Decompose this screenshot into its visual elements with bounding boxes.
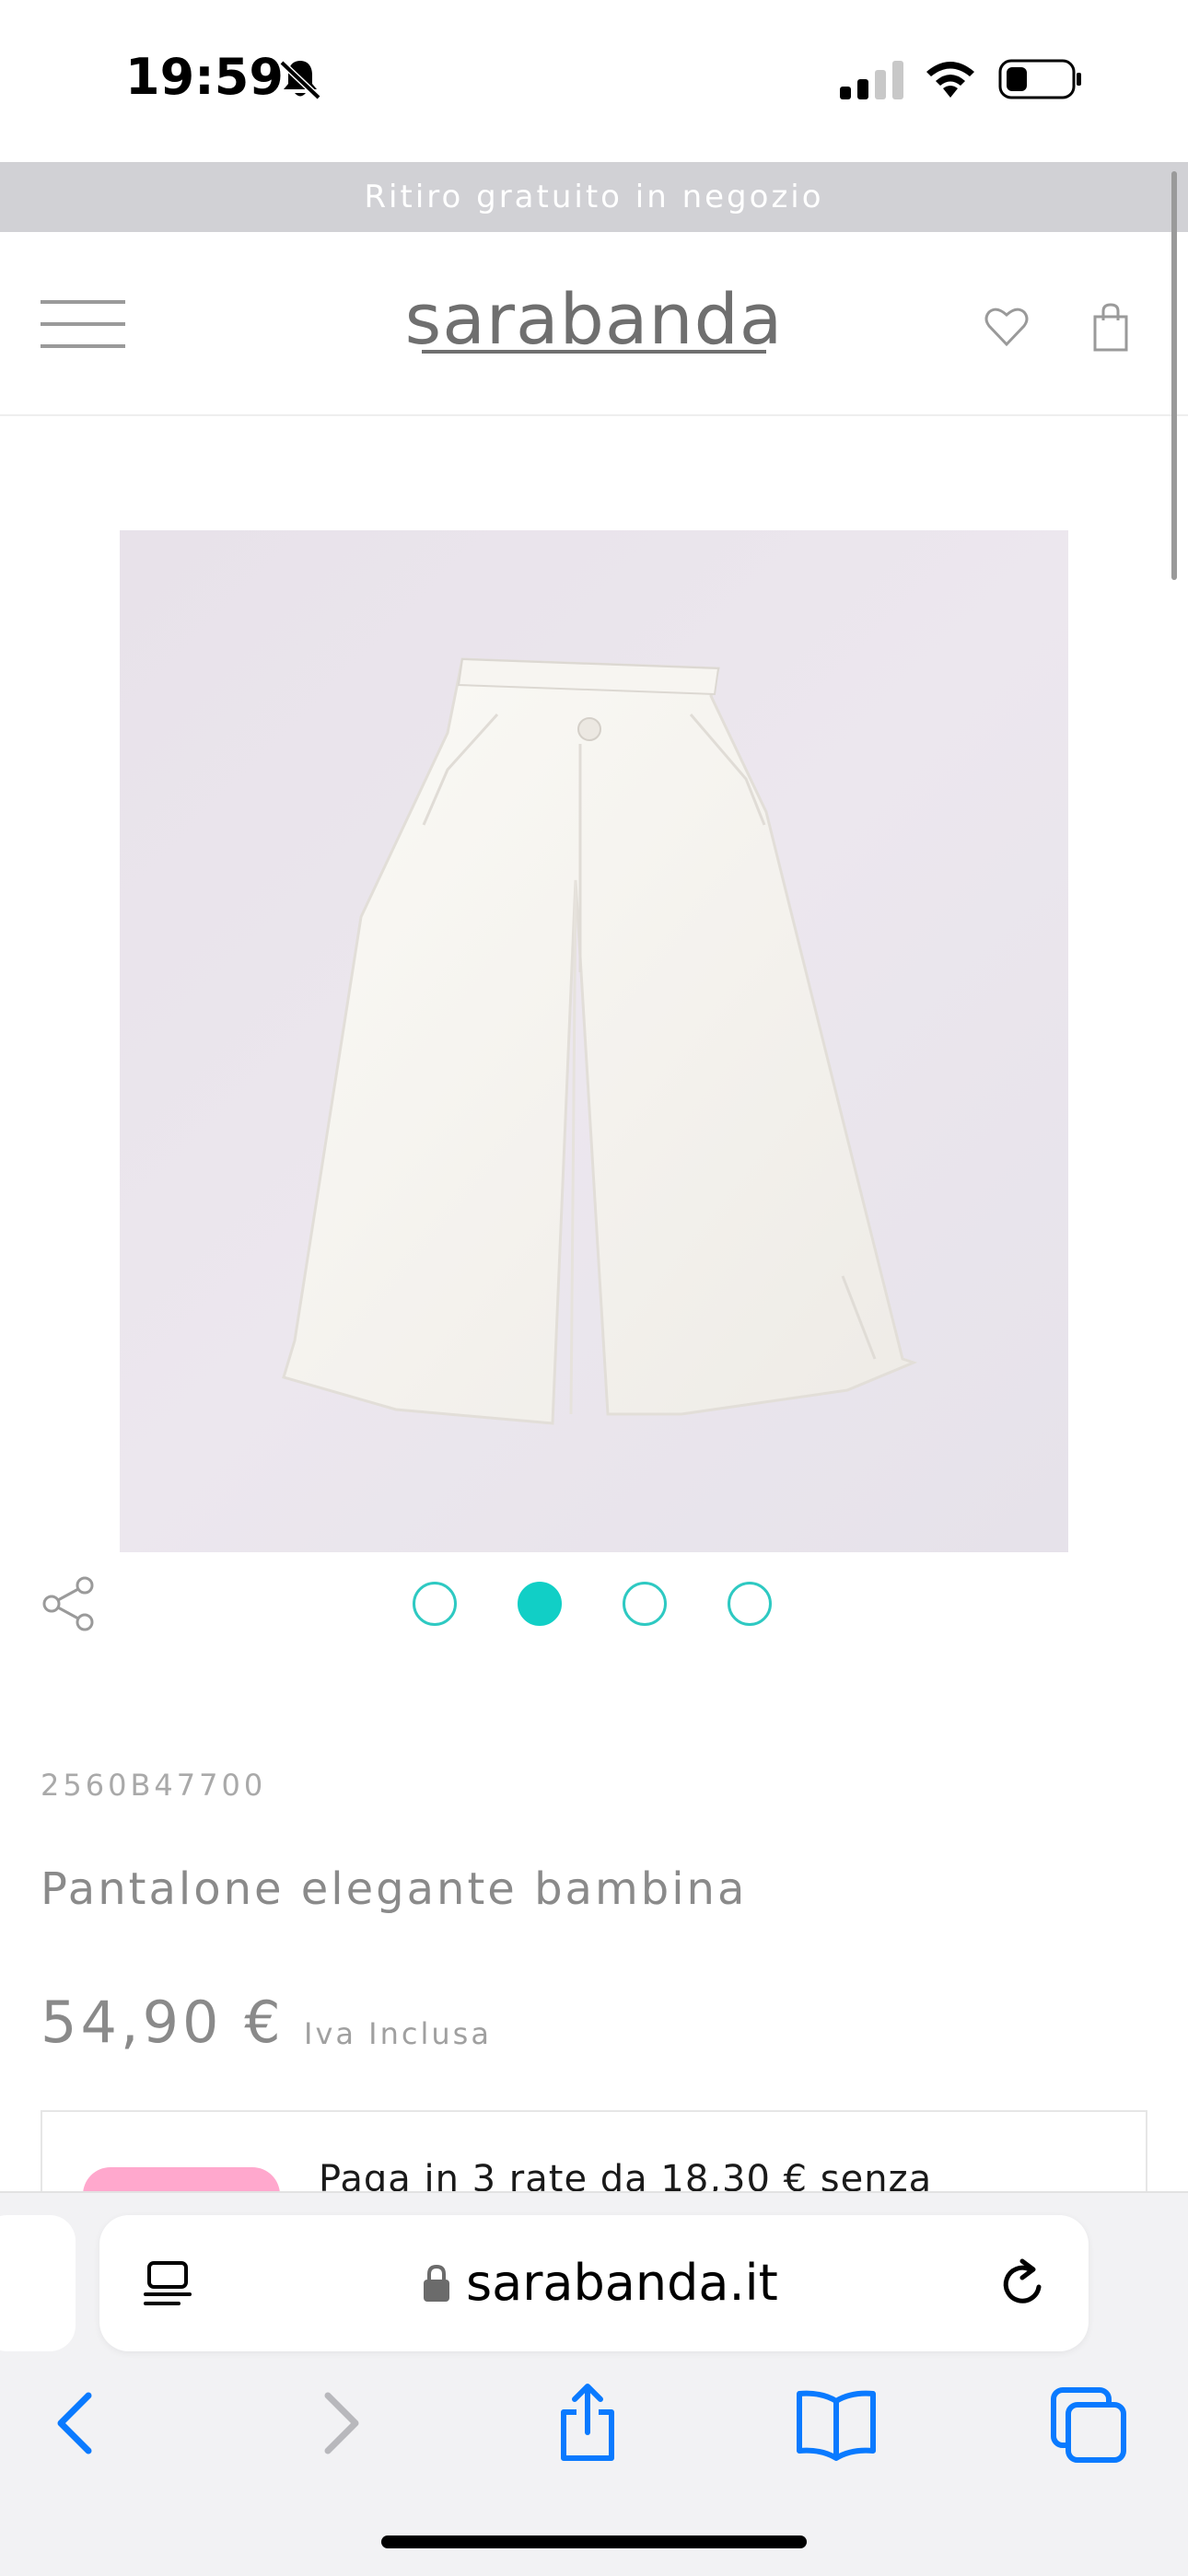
gallery-dot-4[interactable] [728, 1582, 772, 1626]
share-sheet-icon[interactable] [543, 2379, 632, 2467]
reload-icon[interactable] [995, 2256, 1052, 2313]
previous-tab-peek[interactable] [0, 2215, 76, 2351]
back-arrow-icon[interactable] [35, 2379, 123, 2467]
browser-toolbar: sarabanda.it [0, 2191, 1188, 2576]
battery-icon [998, 59, 1081, 99]
home-indicator[interactable] [381, 2535, 807, 2548]
product-sku: 2560B47700 [41, 1768, 267, 1803]
url-text[interactable]: sarabanda.it [466, 2254, 778, 2312]
silent-bell-icon [279, 60, 321, 100]
product-title: Pantalone elegante bambina [41, 1863, 748, 1915]
bookmarks-book-icon[interactable] [792, 2379, 880, 2467]
status-time: 19:59 [125, 48, 284, 106]
wishlist-heart-icon[interactable] [982, 302, 1031, 352]
cellular-signal-icon [840, 61, 903, 99]
reader-mode-icon[interactable] [142, 2257, 197, 2313]
forward-arrow-icon[interactable] [293, 2379, 381, 2467]
lock-icon [424, 2264, 449, 2302]
status-bar: 19:59 [0, 0, 1188, 162]
shopping-bag-icon[interactable] [1092, 302, 1129, 352]
gallery-dot-2[interactable] [518, 1582, 562, 1626]
share-icon[interactable] [41, 1574, 99, 1633]
page-scrollbar[interactable] [1171, 171, 1177, 580]
product-image[interactable] [120, 530, 1068, 1552]
wifi-icon [926, 62, 974, 98]
vat-note: Iva Inclusa [304, 2016, 492, 2051]
tabs-overview-icon[interactable] [1044, 2379, 1133, 2467]
product-price: 54,90 € [41, 1989, 285, 2056]
gallery-dot-3[interactable] [623, 1582, 667, 1626]
promo-banner: Ritiro gratuito in negozio [0, 162, 1188, 232]
logo-underline [422, 350, 766, 354]
trousers-illustration [282, 657, 918, 1425]
address-bar[interactable]: sarabanda.it [99, 2215, 1089, 2351]
site-header: sarabanda [0, 232, 1188, 416]
gallery-dot-1[interactable] [413, 1582, 457, 1626]
